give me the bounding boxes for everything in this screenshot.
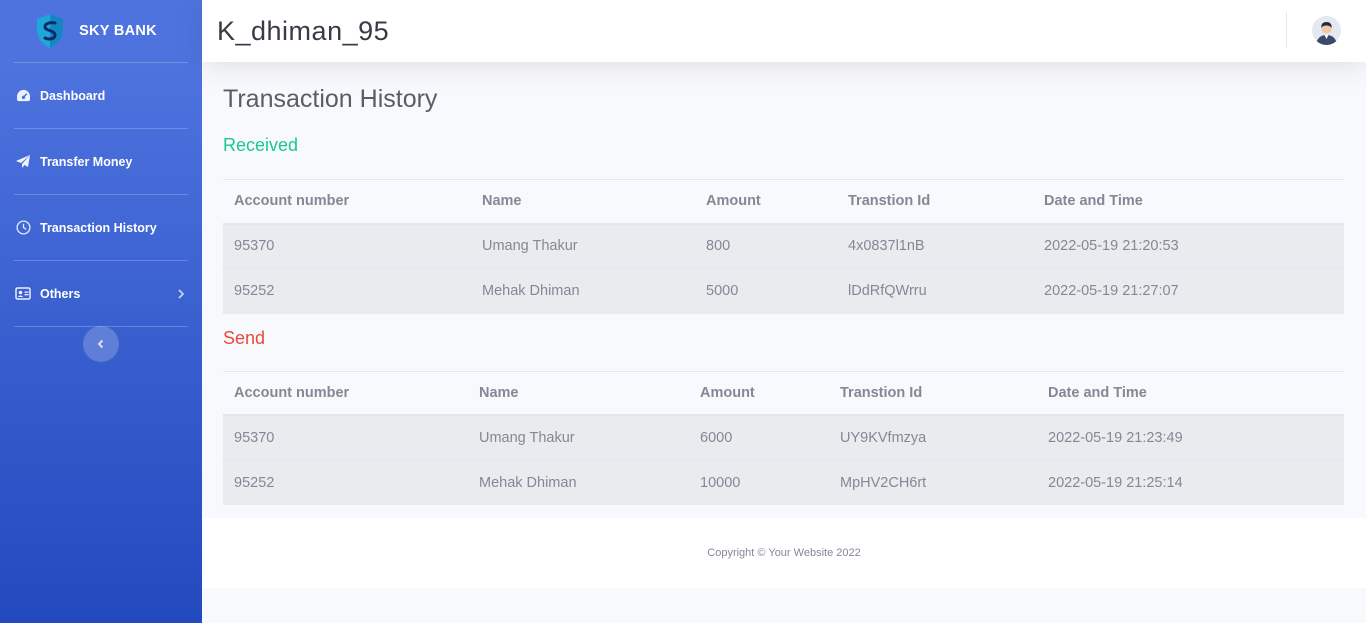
table-cell: 2022-05-19 21:23:49 — [1037, 414, 1344, 460]
sidebar-item-dashboard[interactable]: Dashboard — [0, 63, 202, 128]
table-cell: 4x0837l1nB — [837, 223, 1033, 269]
column-header: Name — [468, 370, 689, 416]
send-heading: Send — [223, 327, 266, 348]
sidebar-item-transaction-history[interactable]: Transaction History — [0, 195, 202, 260]
received-table: Account number Name Amount Transtion Id … — [223, 179, 1344, 314]
sidebar-item-label: Others — [40, 286, 81, 301]
topbar: K_dhiman_95 — [202, 0, 1366, 62]
table-cell: 10000 — [689, 459, 829, 505]
table-cell: 2022-05-19 21:27:07 — [1033, 268, 1344, 314]
column-header: Date and Time — [1037, 370, 1344, 416]
brand[interactable]: SKY BANK — [0, 0, 202, 62]
table-header-row: Account number Name Amount Transtion Id … — [223, 370, 1344, 416]
table-cell: 2022-05-19 21:25:14 — [1037, 459, 1344, 505]
column-header: Account number — [223, 370, 468, 416]
shield-logo-icon — [37, 14, 64, 48]
topbar-divider — [1286, 12, 1287, 48]
table-row: 95252 Mehak Dhiman 10000 MpHV2CH6rt 2022… — [223, 459, 1344, 505]
user-avatar-icon[interactable] — [1312, 16, 1341, 45]
copyright-text: Copyright © Your Website 2022 — [707, 547, 861, 559]
send-table: Account number Name Amount Transtion Id … — [223, 370, 1344, 505]
table-cell: Mehak Dhiman — [468, 459, 689, 505]
table-header-row: Account number Name Amount Transtion Id … — [223, 179, 1344, 225]
table-row: 95252 Mehak Dhiman 5000 lDdRfQWrru 2022-… — [223, 268, 1344, 314]
column-header: Amount — [695, 179, 837, 225]
table-cell: Mehak Dhiman — [471, 268, 695, 314]
sidebar-toggle-button[interactable] — [83, 326, 119, 362]
table-cell: lDdRfQWrru — [837, 268, 1033, 314]
sidebar: SKY BANK Dashboard Transfer Money Transa… — [0, 0, 202, 623]
table-cell: 5000 — [695, 268, 837, 314]
table-row: 95370 Umang Thakur 800 4x0837l1nB 2022-0… — [223, 223, 1344, 269]
column-header: Amount — [689, 370, 829, 416]
table-cell: 95252 — [223, 268, 471, 314]
clock-icon — [14, 219, 32, 237]
sidebar-item-label: Transaction History — [40, 220, 157, 235]
table-cell: Umang Thakur — [468, 414, 689, 460]
chevron-left-icon — [97, 339, 104, 349]
column-header: Date and Time — [1033, 179, 1344, 225]
sidebar-item-label: Dashboard — [40, 88, 106, 103]
tachometer-icon — [14, 87, 32, 105]
footer: Copyright © Your Website 2022 — [202, 518, 1366, 588]
username-title: K_dhiman_95 — [217, 15, 390, 46]
brand-name: SKY BANK — [79, 23, 157, 39]
table-cell: Umang Thakur — [471, 223, 695, 269]
table-row: 95370 Umang Thakur 6000 UY9KVfmzya 2022-… — [223, 414, 1344, 460]
table-cell: 95370 — [223, 223, 471, 269]
table-cell: 2022-05-19 21:20:53 — [1033, 223, 1344, 269]
table-cell: 6000 — [689, 414, 829, 460]
sidebar-item-others[interactable]: Others — [0, 261, 202, 326]
id-card-icon — [14, 285, 32, 303]
sidebar-item-label: Transfer Money — [40, 154, 133, 169]
column-header: Account number — [223, 179, 471, 225]
column-header: Name — [471, 179, 695, 225]
table-cell: UY9KVfmzya — [829, 414, 1037, 460]
table-cell: 95370 — [223, 414, 468, 460]
column-header: Transtion Id — [829, 370, 1037, 416]
column-header: Transtion Id — [837, 179, 1033, 225]
table-cell: MpHV2CH6rt — [829, 459, 1037, 505]
received-heading: Received — [223, 135, 299, 155]
table-cell: 800 — [695, 223, 837, 269]
table-cell: 95252 — [223, 459, 468, 505]
page-title: Transaction History — [223, 85, 438, 113]
paper-plane-icon — [14, 153, 32, 171]
main-content: Transaction History Received Account num… — [223, 62, 1344, 505]
sidebar-item-transfer-money[interactable]: Transfer Money — [0, 129, 202, 194]
chevron-right-icon — [178, 288, 185, 299]
